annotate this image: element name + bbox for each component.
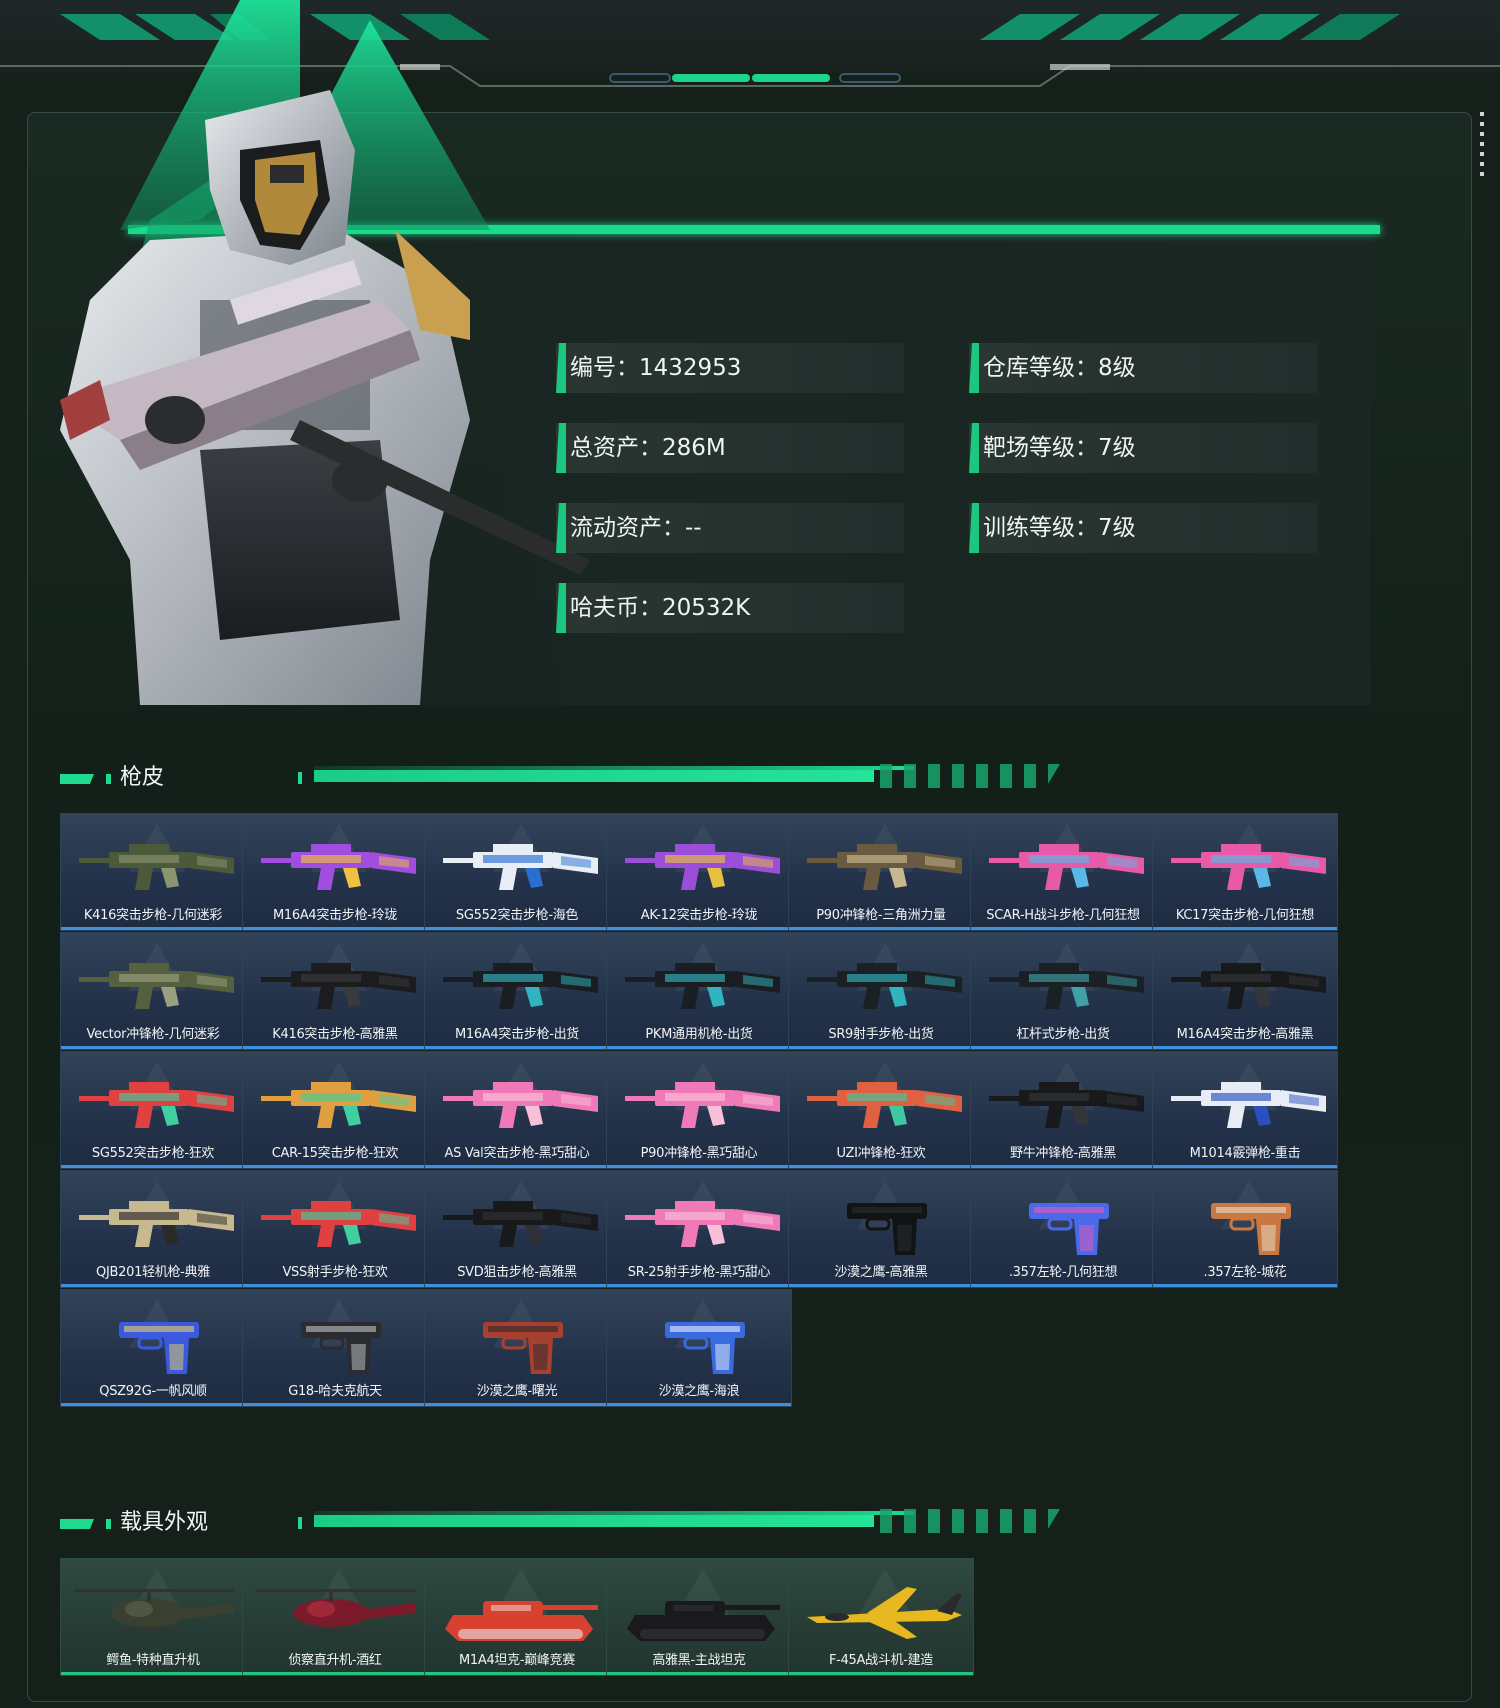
stat-warehouse-level-text: 仓库等级：8级 xyxy=(983,355,1136,381)
vehicle-skin-name: 侦察直升机-酒红 xyxy=(288,1653,382,1668)
weapon-skin-card[interactable]: K416突击步枪-几何迷彩 xyxy=(60,813,246,931)
weapon-skin-name: CAR-15突击步枪-狂欢 xyxy=(271,1146,399,1161)
weapon-skin-name: M16A4突击步枪-出货 xyxy=(454,1027,579,1042)
weapon-skin-name: 沙漠之鹰-高雅黑 xyxy=(834,1265,928,1280)
skins-section-title: 枪皮 xyxy=(120,765,165,790)
weapon-skin-card[interactable]: .357左轮-城花 xyxy=(1152,1170,1338,1288)
scroll-indicator[interactable] xyxy=(1480,112,1484,182)
vehicles-section-header: 载具外观 xyxy=(60,1505,1160,1545)
weapon-skin-name: 杠杆式步枪-出货 xyxy=(1016,1027,1110,1042)
weapon-skin-card[interactable]: P90冲锋枪-黑巧甜心 xyxy=(606,1051,792,1169)
vehicle-skin-card[interactable]: 侦察直升机-酒红 xyxy=(242,1558,428,1676)
weapon-skin-card[interactable]: UZI冲锋枪-狂欢 xyxy=(788,1051,974,1169)
weapon-skin-name: PKM通用机枪-出货 xyxy=(645,1027,753,1042)
stat-total-assets-text: 总资产：286M xyxy=(570,435,726,461)
weapon-skin-card[interactable]: SCAR-H战斗步枪-几何狂想 xyxy=(970,813,1156,931)
stat-haf-coin: 哈夫币：20532K xyxy=(556,583,904,633)
weapon-skin-name: P90冲锋枪-黑巧甜心 xyxy=(640,1146,758,1161)
stat-total-assets: 总资产：286M xyxy=(556,423,904,473)
weapon-skin-name: K416突击步枪-高雅黑 xyxy=(272,1027,398,1042)
weapon-skin-card[interactable]: AS Val突击步枪-黑巧甜心 xyxy=(424,1051,610,1169)
stat-haf-coin-text: 哈夫币：20532K xyxy=(570,595,751,621)
weapon-skin-name: Vector冲锋枪-几何迷彩 xyxy=(86,1027,220,1042)
weapon-skin-card[interactable]: SG552突击步枪-狂欢 xyxy=(60,1051,246,1169)
stat-training-level-text: 训练等级：7级 xyxy=(983,515,1136,541)
weapon-skin-card[interactable]: AK-12突击步枪-玲珑 xyxy=(606,813,792,931)
weapon-skin-name: M16A4突击步枪-高雅黑 xyxy=(1176,1027,1314,1042)
skins-section-header: 枪皮 xyxy=(60,760,1160,800)
weapon-skin-card[interactable]: SVD狙击步枪-高雅黑 xyxy=(424,1170,610,1288)
weapon-skin-name: VSS射手步枪-狂欢 xyxy=(282,1265,388,1280)
weapon-skin-name: SVD狙击步枪-高雅黑 xyxy=(457,1265,577,1280)
weapon-skin-name: 沙漠之鹰-海浪 xyxy=(658,1384,740,1399)
weapon-skin-card[interactable]: QSZ92G-一帆风顺 xyxy=(60,1289,246,1407)
weapon-skin-name: UZI冲锋枪-狂欢 xyxy=(836,1146,926,1161)
weapon-skin-card[interactable]: M1014霰弹枪-重击 xyxy=(1152,1051,1338,1169)
weapon-skin-name: SG552突击步枪-海色 xyxy=(455,908,579,923)
weapon-skin-name: P90冲锋枪-三角洲力量 xyxy=(816,908,946,923)
vehicle-skin-name: F-45A战斗机-建造 xyxy=(829,1653,933,1668)
vehicle-skin-name: 鳄鱼-特种直升机 xyxy=(106,1653,200,1668)
stat-range-level: 靶场等级：7级 xyxy=(969,423,1317,473)
stat-liquid-assets: 流动资产：-- xyxy=(556,503,904,553)
weapon-skin-name: KC17突击步枪-几何狂想 xyxy=(1175,908,1315,923)
weapon-skin-name: AS Val突击步枪-黑巧甜心 xyxy=(444,1146,590,1161)
stat-warehouse-level: 仓库等级：8级 xyxy=(969,343,1317,393)
weapon-skin-name: M16A4突击步枪-玲珑 xyxy=(272,908,397,923)
weapon-skin-name: K416突击步枪-几何迷彩 xyxy=(83,908,223,923)
weapon-skin-card[interactable]: SG552突击步枪-海色 xyxy=(424,813,610,931)
weapon-skin-card[interactable]: KC17突击步枪-几何狂想 xyxy=(1152,813,1338,931)
weapon-skin-card[interactable]: 沙漠之鹰-海浪 xyxy=(606,1289,792,1407)
weapon-skin-name: 沙漠之鹰-曙光 xyxy=(476,1384,558,1399)
weapon-skin-name: .357左轮-几何狂想 xyxy=(1008,1265,1118,1280)
weapon-skin-name: G18-哈夫克航天 xyxy=(288,1384,382,1399)
weapon-skin-name: 野牛冲锋枪-高雅黑 xyxy=(1010,1146,1116,1161)
weapon-skin-card[interactable]: M16A4突击步枪-玲珑 xyxy=(242,813,428,931)
weapon-skin-name: SR-25射手步枪-黑巧甜心 xyxy=(627,1265,771,1280)
weapon-skin-name: SG552突击步枪-狂欢 xyxy=(91,1146,215,1161)
weapon-skin-card[interactable]: 野牛冲锋枪-高雅黑 xyxy=(970,1051,1156,1169)
weapon-skin-card[interactable]: SR9射手步枪-出货 xyxy=(788,932,974,1050)
weapon-skin-card[interactable]: 杠杆式步枪-出货 xyxy=(970,932,1156,1050)
stat-player-id-text: 编号：1432953 xyxy=(570,355,742,381)
weapon-skin-card[interactable]: CAR-15突击步枪-狂欢 xyxy=(242,1051,428,1169)
weapon-skin-card[interactable]: G18-哈夫克航天 xyxy=(242,1289,428,1407)
vehicle-skin-card[interactable]: 高雅黑-主战坦克 xyxy=(606,1558,792,1676)
weapon-skin-card[interactable]: QJB201轻机枪-典雅 xyxy=(60,1170,246,1288)
weapon-skin-card[interactable]: K416突击步枪-高雅黑 xyxy=(242,932,428,1050)
vehicle-skin-name: M1A4坦克-巅峰竞赛 xyxy=(458,1653,576,1668)
stat-liquid-assets-text: 流动资产：-- xyxy=(570,515,702,541)
stat-range-level-text: 靶场等级：7级 xyxy=(983,435,1136,461)
operator-portrait xyxy=(60,0,590,705)
weapon-skin-card[interactable]: 沙漠之鹰-高雅黑 xyxy=(788,1170,974,1288)
weapon-skin-card[interactable]: P90冲锋枪-三角洲力量 xyxy=(788,813,974,931)
weapon-skin-name: SCAR-H战斗步枪-几何狂想 xyxy=(986,908,1140,923)
vehicle-skin-card[interactable]: F-45A战斗机-建造 xyxy=(788,1558,974,1676)
weapon-skin-card[interactable]: SR-25射手步枪-黑巧甜心 xyxy=(606,1170,792,1288)
vehicle-skin-card[interactable]: 鳄鱼-特种直升机 xyxy=(60,1558,246,1676)
weapon-skin-name: QSZ92G-一帆风顺 xyxy=(99,1384,207,1399)
weapon-skin-name: AK-12突击步枪-玲珑 xyxy=(640,908,758,923)
vehicle-skin-name: 高雅黑-主战坦克 xyxy=(652,1653,746,1668)
weapon-skin-name: SR9射手步枪-出货 xyxy=(828,1027,934,1042)
weapon-skin-card[interactable]: 沙漠之鹰-曙光 xyxy=(424,1289,610,1407)
weapon-skin-card[interactable]: PKM通用机枪-出货 xyxy=(606,932,792,1050)
stat-training-level: 训练等级：7级 xyxy=(969,503,1317,553)
weapon-skin-name: QJB201轻机枪-典雅 xyxy=(96,1265,210,1280)
weapon-skin-card[interactable]: M16A4突击步枪-出货 xyxy=(424,932,610,1050)
weapon-skin-name: .357左轮-城花 xyxy=(1203,1265,1287,1280)
weapon-skin-card[interactable]: Vector冲锋枪-几何迷彩 xyxy=(60,932,246,1050)
weapon-skin-name: M1014霰弹枪-重击 xyxy=(1189,1146,1301,1161)
weapon-skin-card[interactable]: VSS射手步枪-狂欢 xyxy=(242,1170,428,1288)
stat-player-id: 编号：1432953 xyxy=(556,343,904,393)
vehicles-section-title: 载具外观 xyxy=(120,1510,209,1535)
weapon-skin-card[interactable]: M16A4突击步枪-高雅黑 xyxy=(1152,932,1338,1050)
weapon-skin-card[interactable]: .357左轮-几何狂想 xyxy=(970,1170,1156,1288)
vehicle-skin-card[interactable]: M1A4坦克-巅峰竞赛 xyxy=(424,1558,610,1676)
